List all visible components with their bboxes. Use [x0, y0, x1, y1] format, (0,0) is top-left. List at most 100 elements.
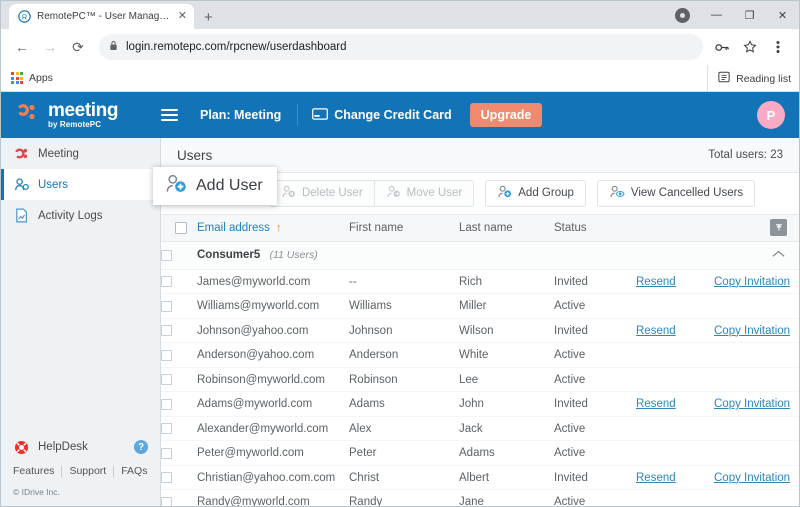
cell-email: Robinson@myworld.com: [197, 367, 349, 393]
svg-text:R: R: [22, 12, 27, 21]
row-select-cell: [161, 342, 197, 368]
change-credit-card-label: Change Credit Card: [334, 108, 452, 122]
address-bar[interactable]: login.remotepc.com/rpcnew/userdashboard: [99, 34, 703, 60]
cell-resend: Resend: [636, 465, 714, 491]
table-row[interactable]: Adams@myworld.com Adams John Invited Resend C…: [161, 391, 799, 417]
row-checkbox[interactable]: [161, 325, 172, 337]
chevron-up-icon[interactable]: [772, 249, 785, 261]
resend-invitation-link[interactable]: Resend: [636, 325, 676, 337]
cell-last-name: Wilson: [459, 318, 554, 344]
cell-last-name: Jane: [459, 496, 484, 506]
window-controls: — ❐ ✕: [675, 1, 799, 29]
table-row[interactable]: Anderson@yahoo.com Anderson White Active: [161, 342, 799, 368]
reading-list-icon: [718, 71, 730, 86]
column-header-status: Status: [554, 213, 636, 242]
table-row[interactable]: Christian@yahoo.com.com Christ Albert Invit…: [161, 465, 799, 491]
three-dot-menu-icon[interactable]: [765, 34, 791, 60]
group-info-cell: Consumer5 (11 Users): [197, 241, 799, 270]
view-cancelled-users-button[interactable]: View Cancelled Users: [596, 179, 756, 207]
row-checkbox[interactable]: [161, 349, 172, 361]
sidebar-item-meeting[interactable]: Meeting: [1, 138, 160, 169]
status-badge: Active: [554, 293, 636, 319]
table-row[interactable]: Robinson@myworld.com Robinson Lee Active: [161, 367, 799, 393]
hamburger-menu-icon[interactable]: [161, 109, 178, 121]
user-avatar[interactable]: P: [757, 101, 785, 129]
table-row[interactable]: Johnson@yahoo.com Johnson Wilson Invited Res…: [161, 318, 799, 344]
cell-resend: Resend: [636, 318, 714, 344]
browser-tab-title: RemotePC™ - User Management: [37, 11, 172, 22]
status-badge: Invited: [554, 391, 636, 417]
copy-invitation-link[interactable]: Copy Invitation: [714, 472, 790, 484]
key-icon[interactable]: [709, 34, 735, 60]
star-icon[interactable]: [737, 34, 763, 60]
group-checkbox[interactable]: [161, 249, 172, 261]
add-user-button-highlighted[interactable]: Add User: [153, 167, 277, 206]
app-logo[interactable]: meeting by RemotePC: [15, 101, 147, 129]
new-tab-button[interactable]: +: [204, 10, 213, 25]
sort-email-button[interactable]: Email address ↑: [197, 222, 281, 234]
footer-link-faqs[interactable]: FAQs: [121, 465, 147, 477]
copyright-label: © IDrive Inc.: [13, 487, 60, 497]
back-icon[interactable]: ←: [9, 34, 35, 60]
sidebar-item-users[interactable]: Users: [1, 169, 160, 200]
activity-logs-icon: [13, 208, 29, 224]
resend-invitation-link[interactable]: Resend: [636, 276, 676, 288]
cell-resend: [636, 293, 714, 319]
footer-link-support[interactable]: Support: [69, 465, 106, 477]
footer-link-features[interactable]: Features: [13, 465, 54, 477]
copy-invitation-link[interactable]: Copy Invitation: [714, 398, 790, 410]
cell-email: Anderson@yahoo.com: [197, 342, 349, 368]
add-user-label: Add User: [196, 177, 263, 195]
row-checkbox[interactable]: [161, 423, 172, 435]
table-row[interactable]: Alexander@myworld.com Alex Jack Active: [161, 416, 799, 442]
copy-invitation-link[interactable]: Copy Invitation: [714, 325, 790, 337]
maximize-button[interactable]: ❐: [733, 1, 766, 29]
row-select-cell: [161, 490, 197, 506]
row-checkbox[interactable]: [161, 472, 172, 484]
profile-avatar-icon[interactable]: [675, 7, 690, 23]
question-mark-icon[interactable]: ?: [134, 440, 148, 454]
row-checkbox[interactable]: [161, 447, 172, 459]
reload-icon[interactable]: ⟳: [65, 34, 91, 60]
helpdesk-button[interactable]: HelpDesk ?: [13, 433, 148, 465]
group-row[interactable]: Consumer5 (11 Users): [161, 241, 799, 270]
export-upload-icon[interactable]: [770, 219, 787, 237]
close-window-button[interactable]: ✕: [766, 1, 799, 29]
upgrade-button[interactable]: Upgrade: [469, 103, 543, 127]
tab-close-icon[interactable]: ✕: [178, 11, 187, 22]
users-table: Email address ↑ First name Last name Sta…: [161, 213, 799, 506]
row-checkbox[interactable]: [161, 374, 172, 386]
add-group-button[interactable]: Add Group: [485, 179, 586, 207]
table-row[interactable]: Randy@myworld.com Randy Jane Active: [161, 490, 799, 506]
row-select-cell: [161, 416, 197, 442]
move-user-button[interactable]: Move User: [374, 179, 475, 207]
table-row[interactable]: Peter@myworld.com Peter Adams Active: [161, 440, 799, 466]
apps-bookmark[interactable]: Apps: [11, 72, 53, 84]
minimize-button[interactable]: —: [700, 1, 733, 29]
sidebar-item-activity-logs[interactable]: Activity Logs: [1, 200, 160, 231]
browser-tab[interactable]: R RemotePC™ - User Management ✕: [9, 4, 194, 29]
sort-ascending-icon: ↑: [275, 221, 282, 234]
cell-resend: [636, 367, 714, 393]
cell-first-name: Johnson: [349, 318, 459, 344]
copy-invitation-link[interactable]: Copy Invitation: [714, 276, 790, 288]
delete-user-button[interactable]: Delete User: [269, 179, 375, 207]
browser-window: R RemotePC™ - User Management ✕ + — ❐ ✕ …: [0, 0, 800, 507]
row-checkbox[interactable]: [161, 276, 172, 288]
cell-last-name: Jack: [459, 416, 554, 442]
forward-icon[interactable]: →: [37, 34, 63, 60]
row-checkbox[interactable]: [161, 398, 172, 410]
row-checkbox[interactable]: [161, 496, 172, 506]
cell-email: James@myworld.com: [197, 269, 349, 295]
table-row[interactable]: James@myworld.com -- Rich Invited Resend Copy…: [161, 269, 799, 295]
resend-invitation-link[interactable]: Resend: [636, 398, 676, 410]
row-checkbox[interactable]: [161, 300, 172, 312]
row-select-cell: [161, 293, 197, 319]
reading-list-button[interactable]: Reading list: [707, 65, 791, 92]
cell-last-name: White: [459, 342, 554, 368]
total-users-count: Total users: 23: [708, 149, 783, 162]
resend-invitation-link[interactable]: Resend: [636, 472, 676, 484]
select-all-checkbox[interactable]: [175, 221, 187, 234]
change-credit-card-button[interactable]: Change Credit Card: [312, 107, 452, 123]
table-row[interactable]: Williams@myworld.com Williams Miller Active: [161, 293, 799, 319]
